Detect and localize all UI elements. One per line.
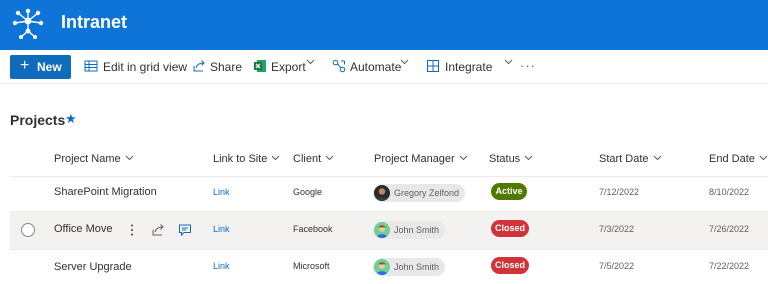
new-button[interactable]: + New	[10, 55, 71, 79]
project-name-cell: Server Upgrade	[54, 261, 132, 273]
project-manager-name: John Smith	[394, 225, 440, 235]
edit-in-grid-view-button[interactable]: Edit in grid view	[84, 59, 187, 75]
integrate-button[interactable]: Integrate	[426, 59, 513, 75]
start-date-cell: 7/12/2022	[599, 187, 640, 197]
end-date-cell: 7/22/2022	[709, 261, 750, 271]
more-commands-button[interactable]: ···	[520, 58, 536, 73]
project-manager-name: John Smith	[394, 262, 440, 272]
avatar	[374, 185, 390, 201]
avatar	[374, 259, 390, 275]
chevron-down-icon	[325, 155, 334, 161]
edit-in-grid-view-label: Edit in grid view	[103, 60, 188, 74]
chevron-down-icon	[272, 155, 280, 161]
command-bar: + New Edit in grid view Share Export Aut…	[0, 50, 768, 84]
plus-icon: +	[20, 57, 30, 74]
site-link[interactable]: Link	[213, 185, 230, 199]
site-title[interactable]: Intranet	[61, 11, 127, 33]
start-date-cell: 7/5/2022	[599, 261, 635, 271]
column-header-status[interactable]: Status	[489, 152, 533, 166]
integrate-icon	[427, 60, 439, 72]
chevron-down-icon	[759, 155, 768, 161]
row-select-checkbox[interactable]	[21, 223, 35, 237]
vertical-ellipsis-icon[interactable]	[129, 223, 135, 237]
column-header-label: Client	[293, 153, 322, 165]
chevron-down-icon	[306, 59, 315, 65]
project-name-cell: Office Move	[54, 223, 113, 235]
chevron-down-icon	[125, 155, 133, 161]
automate-button[interactable]: Automate	[332, 59, 412, 75]
chevron-down-icon	[524, 155, 533, 161]
new-button-label: New	[37, 60, 62, 74]
export-button[interactable]: Export	[253, 59, 319, 75]
column-header-start-date[interactable]: Start Date	[599, 152, 662, 166]
column-header-label: Start Date	[599, 153, 649, 165]
share-icon[interactable]	[151, 223, 165, 237]
client-cell: Facebook	[293, 224, 333, 234]
project-manager-persona[interactable]: John Smith	[373, 221, 445, 239]
chevron-down-icon	[400, 59, 409, 65]
column-header-project-name[interactable]: Project Name	[54, 152, 134, 166]
comment-icon[interactable]	[178, 223, 192, 237]
excel-icon	[254, 60, 266, 72]
chevron-down-icon	[504, 59, 513, 65]
project-manager-persona[interactable]: John Smith	[373, 258, 445, 276]
status-badge: Closed	[491, 257, 529, 274]
column-header-label: Link to Site	[213, 153, 268, 165]
column-header-project-manager[interactable]: Project Manager	[374, 152, 468, 166]
table-row[interactable]: Office Move Link Facebook John Smith Clo…	[10, 212, 768, 249]
share-icon	[193, 60, 205, 72]
client-cell: Google	[293, 187, 323, 197]
project-manager-name: Gregory Zelfond	[394, 188, 460, 198]
chevron-down-icon	[653, 155, 661, 161]
column-header-client[interactable]: Client	[293, 152, 334, 166]
status-badge: Active	[491, 183, 527, 200]
automate-label: Automate	[350, 60, 402, 74]
share-button[interactable]: Share	[192, 59, 242, 75]
site-link[interactable]: Link	[213, 222, 230, 236]
site-logo-icon[interactable]	[9, 7, 47, 43]
integrate-label: Integrate	[445, 60, 493, 74]
project-manager-persona[interactable]: Gregory Zelfond	[373, 184, 465, 202]
share-label: Share	[210, 60, 243, 74]
table-row[interactable]: Server Upgrade Link Microsoft John Smith…	[10, 250, 768, 284]
export-label: Export	[271, 60, 306, 74]
project-name-cell: SharePoint Migration	[54, 186, 157, 198]
column-header-label: Status	[489, 153, 521, 165]
column-header-label: Project Name	[54, 153, 121, 165]
site-link[interactable]: Link	[213, 259, 230, 273]
site-header: Intranet	[0, 0, 768, 50]
column-header-label: End Date	[709, 153, 755, 165]
column-header-label: Project Manager	[374, 153, 455, 165]
end-date-cell: 8/10/2022	[709, 187, 750, 197]
avatar	[374, 222, 390, 238]
chevron-down-icon	[459, 155, 468, 161]
table-row[interactable]: SharePoint Migration Link Google Gregory…	[10, 174, 768, 211]
client-cell: Microsoft	[293, 261, 330, 271]
start-date-cell: 7/3/2022	[599, 224, 635, 234]
end-date-cell: 7/26/2022	[709, 224, 750, 234]
grid-icon	[84, 60, 98, 72]
list-title: Projects	[10, 112, 66, 128]
favorite-star-icon[interactable]: ★	[65, 111, 77, 127]
column-header-link-to-site[interactable]: Link to Site	[213, 152, 280, 166]
flow-icon	[332, 59, 346, 73]
column-header-end-date[interactable]: End Date	[709, 152, 768, 166]
status-badge: Closed	[491, 220, 529, 237]
